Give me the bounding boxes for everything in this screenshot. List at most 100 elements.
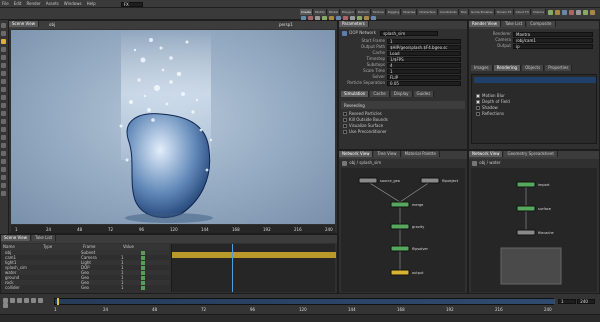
param-value[interactable]: Load xyxy=(387,50,461,56)
graph-node-gravity[interactable] xyxy=(390,223,410,230)
param-value[interactable]: 0.05 xyxy=(387,80,461,86)
tool-icon[interactable] xyxy=(1,95,6,100)
render-tab-0[interactable]: Render View xyxy=(469,21,502,27)
render-value[interactable]: ip xyxy=(513,43,593,49)
network-tab-2[interactable]: Material Palette xyxy=(401,151,440,157)
graph-node-source_geo[interactable] xyxy=(358,177,378,184)
menu-item-render[interactable]: Render xyxy=(26,1,40,6)
render-tab-1[interactable]: Take List xyxy=(502,21,527,27)
shelf-tool-icon[interactable] xyxy=(583,10,589,15)
tool-icon[interactable] xyxy=(1,23,6,28)
network2-tab-1[interactable]: Geometry Spreadsheet xyxy=(504,151,558,157)
tool-icon[interactable] xyxy=(1,47,6,52)
shelf-tool-icon[interactable] xyxy=(548,10,554,15)
checkbox[interactable] xyxy=(343,124,347,128)
tool-icon[interactable] xyxy=(1,159,6,164)
viewport-canvas[interactable] xyxy=(11,30,335,224)
stop-icon[interactable] xyxy=(24,297,29,303)
step-back-icon[interactable] xyxy=(10,297,15,303)
render-tab-2[interactable]: Composite xyxy=(527,21,556,27)
shelf-tab-5[interactable]: Texture xyxy=(371,9,386,15)
tool-icon[interactable] xyxy=(1,39,6,44)
shelf-tab-8[interactable]: Characters xyxy=(418,9,438,15)
render-subtab-3[interactable]: Properties xyxy=(545,65,573,71)
network-path[interactable]: obj / splash_sim xyxy=(349,160,381,165)
tool-icon[interactable] xyxy=(1,111,6,116)
menu-item-edit[interactable]: Edit xyxy=(14,1,22,6)
param-subtab-0[interactable]: Simulation xyxy=(341,91,370,97)
tool-icon[interactable] xyxy=(1,55,6,60)
tool-icon[interactable] xyxy=(1,151,6,156)
tool-icon[interactable] xyxy=(1,191,6,196)
network2-path[interactable]: obj / water xyxy=(479,160,500,165)
outliner-tab-1[interactable]: Take List xyxy=(31,235,57,241)
shelf-tab-1[interactable]: Modify xyxy=(313,9,327,15)
viewport-timeline[interactable]: 1 24 48 72 96 120 144 168 192 216 240 xyxy=(11,225,335,233)
param-value[interactable]: 4 xyxy=(387,62,461,68)
tool-icon[interactable] xyxy=(1,127,6,132)
tool-icon[interactable] xyxy=(1,79,6,84)
graph-node-import[interactable] xyxy=(516,181,536,188)
network2-canvas[interactable]: import surface filecache xyxy=(471,168,597,292)
section-title[interactable]: Reseeding xyxy=(344,103,365,108)
shelf-tab-14[interactable]: Volume xyxy=(531,9,547,15)
tool-icon[interactable] xyxy=(1,167,6,172)
current-frame-marker[interactable] xyxy=(232,244,233,292)
shelf-tab-4[interactable]: Deform xyxy=(356,9,371,15)
network-tab-1[interactable]: Tree View xyxy=(374,151,401,157)
render-value[interactable]: /obj/cam1 xyxy=(513,37,593,43)
shelf-tool-icon[interactable] xyxy=(569,10,575,15)
desktop-selector[interactable]: FX xyxy=(120,1,143,7)
current-frame-field[interactable]: 1 xyxy=(558,298,576,304)
shelf-tab-2[interactable]: Model xyxy=(327,9,340,15)
network-canvas[interactable]: source_geo flipobject merge gravity flipsolv… xyxy=(341,168,465,292)
shelf-tool-icon[interactable] xyxy=(576,10,582,15)
graph-node-filecache[interactable] xyxy=(516,229,536,236)
graph-node-flipobject[interactable] xyxy=(420,177,440,184)
param-value[interactable]: 1 xyxy=(387,38,461,44)
param-value[interactable]: $HIP/geo/splash.$F4.bgeo.sc xyxy=(387,44,461,50)
node-name-field[interactable]: splash_sim xyxy=(380,30,439,36)
step-forward-icon[interactable] xyxy=(38,297,43,303)
graph-node-flipsolver[interactable] xyxy=(390,245,410,252)
shelf-tab-9[interactable]: Constraints xyxy=(438,9,459,15)
shelf-tab-12[interactable]: Terrain FX xyxy=(495,9,514,15)
tool-icon[interactable] xyxy=(1,143,6,148)
tab-scene-view[interactable]: Scene View xyxy=(9,21,39,27)
tool-icon[interactable] xyxy=(1,135,6,140)
shelf-tab-0[interactable]: Create xyxy=(300,9,313,15)
checkbox[interactable] xyxy=(343,118,347,122)
param-subtab-1[interactable]: Cache xyxy=(370,91,390,97)
checkbox[interactable] xyxy=(343,112,347,116)
render-subtab-1[interactable]: Rendering xyxy=(493,65,522,71)
checkbox[interactable] xyxy=(476,100,480,104)
outliner-row[interactable]: collider Geo 1 xyxy=(1,285,169,290)
visibility-toggle[interactable] xyxy=(141,286,145,290)
end-frame-field[interactable]: 240 xyxy=(577,298,596,304)
shelf-tab-6[interactable]: Rigging xyxy=(386,9,402,15)
tool-icon[interactable] xyxy=(1,119,6,124)
tool-icon[interactable] xyxy=(1,31,6,36)
frame-ruler[interactable] xyxy=(54,298,555,305)
shelf-tab-11[interactable]: Guide Brushes xyxy=(469,9,495,15)
checkbox[interactable] xyxy=(476,94,480,98)
checkbox[interactable] xyxy=(476,112,480,116)
menu-item-windows[interactable]: Windows xyxy=(64,1,82,6)
menu-item-assets[interactable]: Assets xyxy=(46,1,59,6)
viewport-path[interactable]: obj xyxy=(49,22,55,27)
network2-tab-0[interactable]: Network View xyxy=(469,151,504,157)
shelf-tool-icon[interactable] xyxy=(590,10,596,15)
shelf-tab-13[interactable]: Cloud FX xyxy=(514,9,531,15)
shelf-tool-icon[interactable] xyxy=(555,10,561,15)
render-subtab-2[interactable]: Objects xyxy=(522,65,545,71)
tab-parameters[interactable]: Parameters xyxy=(339,21,369,27)
param-value[interactable]: 1 xyxy=(387,68,461,74)
skip-start-icon[interactable] xyxy=(3,297,8,303)
checkbox[interactable] xyxy=(476,106,480,110)
graph-node-surface[interactable] xyxy=(516,205,536,212)
checkbox[interactable] xyxy=(343,130,347,134)
back-icon[interactable] xyxy=(472,160,477,166)
tool-icon[interactable] xyxy=(1,175,6,180)
menu-item-file[interactable]: File xyxy=(2,1,9,6)
back-icon[interactable] xyxy=(342,160,347,166)
